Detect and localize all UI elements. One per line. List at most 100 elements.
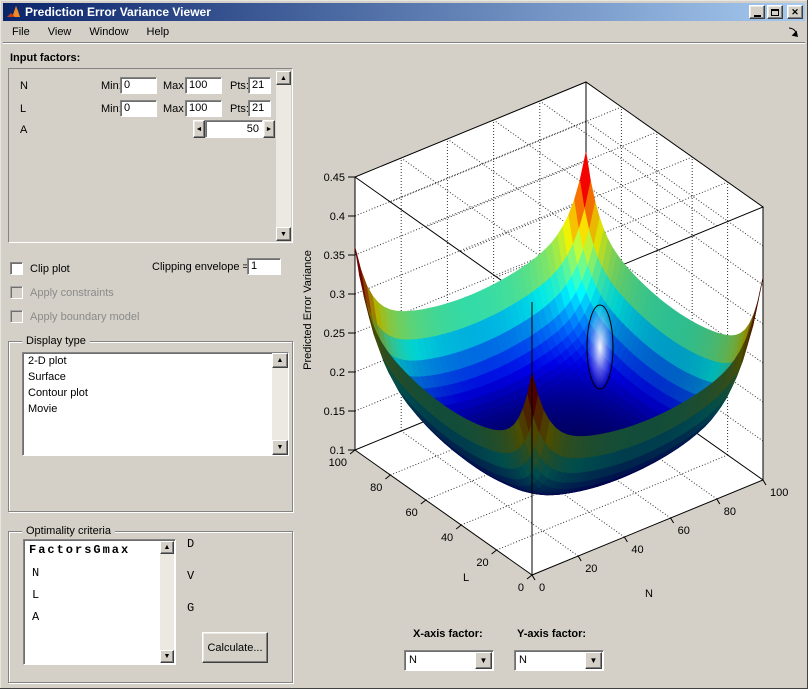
chevron-down-icon: ▼ — [590, 656, 598, 665]
max-field-n[interactable]: 100 — [185, 77, 222, 94]
input-factors-label: Input factors: — [10, 52, 80, 64]
right-arrow-icon: ► — [266, 126, 273, 133]
pts-field-l[interactable]: 21 — [248, 100, 271, 117]
max-field-l[interactable]: 100 — [185, 100, 222, 117]
svg-text:100: 100 — [329, 457, 347, 469]
dock-arrow-icon[interactable] — [787, 26, 800, 39]
input-factors-panel — [8, 68, 293, 243]
listbox-item-2d-plot[interactable]: 2-D plot — [28, 355, 67, 367]
scroll-down-arrow[interactable]: ▼ — [272, 440, 288, 455]
scroll-up-arrow[interactable]: ▲ — [272, 353, 288, 368]
menu-item-view[interactable]: View — [39, 23, 81, 41]
svg-text:0.25: 0.25 — [324, 328, 345, 340]
y-axis-factor-label: Y-axis factor: — [517, 628, 586, 640]
svg-text:60: 60 — [678, 525, 690, 537]
factor-a-slider-value[interactable]: 50 — [205, 120, 263, 138]
min-field-n[interactable]: 0 — [120, 77, 157, 94]
down-arrow-icon: ▼ — [280, 231, 287, 238]
menu-item-help[interactable]: Help — [138, 23, 179, 41]
max-label: Max — [163, 103, 184, 115]
y-axis-factor-combo[interactable]: N ▼ — [514, 650, 604, 671]
axes-grid — [355, 101, 763, 556]
svg-text:0.3: 0.3 — [330, 289, 345, 301]
minimize-icon — [754, 15, 761, 17]
factor-name: A — [20, 124, 27, 136]
menu-item-window[interactable]: Window — [80, 23, 137, 41]
clipping-envelope-label: Clipping envelope = — [152, 261, 244, 273]
pts-label: Pts: — [230, 103, 249, 115]
combo-arrow[interactable]: ▼ — [475, 652, 492, 669]
svg-text:40: 40 — [441, 532, 453, 544]
display-type-listbox — [22, 352, 289, 456]
apply-boundary-checkbox — [10, 310, 23, 323]
maximize-button[interactable] — [767, 5, 783, 19]
axes-box-faces — [355, 82, 763, 575]
listbox-item-contour-plot[interactable]: Contour plot — [28, 387, 88, 399]
display-type-legend: Display type — [22, 335, 90, 347]
pts-label: Pts: — [230, 80, 249, 92]
input-panel-scrollbar[interactable] — [276, 71, 291, 241]
axes-ticks-labels: 0.10.150.20.250.30.350.40.45020406080100… — [302, 172, 788, 600]
optimality-item-a[interactable]: A — [32, 610, 39, 624]
min-label: Min: — [101, 80, 122, 92]
scroll-down-arrow[interactable]: ▼ — [160, 650, 174, 663]
close-button[interactable]: ✕ — [787, 5, 803, 19]
title-bar: Prediction Error Variance Viewer ✕ — [3, 3, 805, 21]
x-axis-factor-label: X-axis factor: — [413, 628, 483, 640]
svg-text:60: 60 — [406, 507, 418, 519]
listbox-item-movie[interactable]: Movie — [28, 403, 57, 415]
minimize-button[interactable] — [749, 5, 765, 19]
clipping-envelope-field[interactable]: 1 — [247, 258, 281, 275]
maximize-icon — [771, 9, 779, 16]
chevron-down-icon: ▼ — [480, 656, 488, 665]
window-title: Prediction Error Variance Viewer — [25, 5, 211, 19]
optimality-legend: Optimality criteria — [22, 525, 115, 537]
optimality-scrollbar[interactable] — [160, 541, 174, 663]
combo-arrow[interactable]: ▼ — [585, 652, 602, 669]
up-arrow-icon: ▲ — [164, 544, 171, 551]
svg-text:20: 20 — [585, 563, 597, 575]
svg-text:0: 0 — [539, 582, 545, 594]
svg-text:Predicted Error Variance: Predicted Error Variance — [302, 250, 314, 370]
calculate-button[interactable]: Calculate... — [202, 632, 268, 663]
min-field-l[interactable]: 0 — [120, 100, 157, 117]
surface-mesh — [355, 152, 763, 495]
listbox-item-surface[interactable]: Surface — [28, 371, 66, 383]
min-label: Min: — [101, 103, 122, 115]
factor-name: N — [20, 80, 28, 92]
svg-text:0.35: 0.35 — [324, 250, 345, 262]
combo-value: N — [409, 654, 417, 666]
svg-text:40: 40 — [631, 544, 643, 556]
criterion-v-label: V — [187, 569, 194, 583]
svg-text:0.4: 0.4 — [330, 211, 345, 223]
max-label: Max — [163, 80, 184, 92]
svg-text:0.2: 0.2 — [330, 367, 345, 379]
optimality-item-l[interactable]: L — [32, 588, 39, 602]
menu-bar: File View Window Help — [3, 21, 805, 43]
factor-name: L — [20, 103, 26, 115]
slider-right-arrow[interactable]: ► — [263, 120, 275, 138]
scroll-up-arrow[interactable]: ▲ — [160, 541, 174, 554]
svg-text:0.15: 0.15 — [324, 406, 345, 418]
svg-text:0.45: 0.45 — [324, 172, 345, 184]
slider-left-arrow[interactable]: ◄ — [193, 120, 205, 138]
svg-text:80: 80 — [724, 506, 736, 518]
scroll-down-arrow[interactable]: ▼ — [276, 227, 291, 241]
menu-item-file[interactable]: File — [3, 23, 39, 41]
optimality-item-n[interactable]: N — [32, 566, 39, 580]
optimality-header: FactorsGmax — [29, 543, 130, 557]
svg-text:100: 100 — [770, 487, 788, 499]
close-icon: ✕ — [791, 8, 799, 17]
svg-text:N: N — [645, 588, 653, 600]
x-axis-factor-combo[interactable]: N ▼ — [404, 650, 494, 671]
axes-front-edges — [355, 302, 763, 575]
left-arrow-icon: ◄ — [196, 126, 203, 133]
scroll-up-arrow[interactable]: ▲ — [276, 71, 291, 85]
clip-plot-checkbox[interactable] — [10, 262, 23, 275]
pts-field-n[interactable]: 21 — [248, 77, 271, 94]
down-arrow-icon: ▼ — [277, 444, 284, 451]
axes-box-edges — [355, 82, 763, 480]
combo-value: N — [519, 654, 527, 666]
apply-boundary-label: Apply boundary model — [30, 311, 139, 323]
up-arrow-icon: ▲ — [277, 357, 284, 364]
